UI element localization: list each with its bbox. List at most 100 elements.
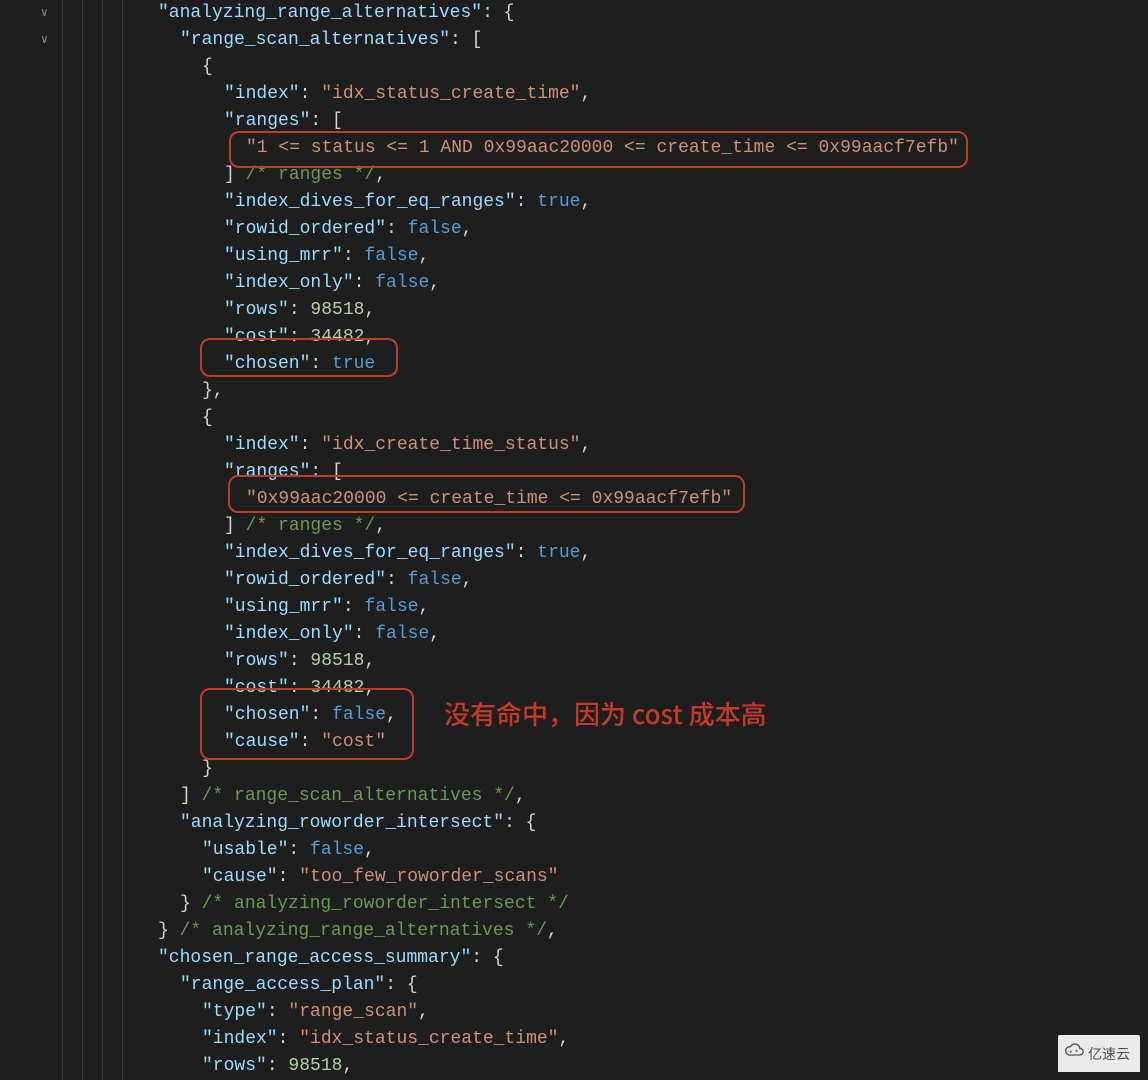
code-line[interactable]: "using_mrr": false,	[136, 594, 1148, 621]
token-punc: ,	[558, 1029, 569, 1049]
token-str: "idx_status_create_time"	[321, 84, 580, 104]
watermark-text: 亿速云	[1088, 1046, 1130, 1062]
chevron-down-icon[interactable]: ∨	[41, 27, 48, 54]
code-editor[interactable]: ∨∨ "analyzing_range_alternatives": {"ran…	[0, 0, 1148, 1080]
code-line[interactable]: "cost": 34482,	[136, 324, 1148, 351]
fold-marker	[41, 189, 48, 216]
code-line[interactable]: "index": "idx_status_create_time",	[136, 1026, 1148, 1053]
fold-marker	[41, 891, 48, 918]
token-key: "chosen_range_access_summary"	[158, 948, 471, 968]
code-line[interactable]: "range_scan_alternatives": [	[136, 27, 1148, 54]
token-key: "chosen"	[224, 705, 310, 725]
fold-marker	[41, 864, 48, 891]
fold-marker	[41, 270, 48, 297]
code-line[interactable]: "index_only": false,	[136, 621, 1148, 648]
token-punc: ,	[418, 246, 429, 266]
token-key: "rowid_ordered"	[224, 219, 386, 239]
token-bool: false	[375, 273, 429, 293]
code-line[interactable]: ] /* ranges */,	[136, 162, 1148, 189]
token-punc: : {	[385, 975, 417, 995]
token-punc: }	[202, 759, 213, 779]
token-punc: :	[300, 84, 322, 104]
fold-gutter[interactable]: ∨∨	[0, 0, 58, 1080]
token-punc: ,	[580, 84, 591, 104]
token-punc: :	[289, 678, 311, 698]
code-line[interactable]: }	[136, 756, 1148, 783]
token-punc: ,	[418, 597, 429, 617]
fold-marker	[41, 918, 48, 945]
code-line[interactable]: {	[136, 54, 1148, 81]
code-line[interactable]: "rows": 98518,	[136, 1053, 1148, 1080]
token-punc: :	[386, 219, 408, 239]
token-punc: : {	[504, 813, 536, 833]
code-line[interactable]: ] /* range_scan_alternatives */,	[136, 783, 1148, 810]
token-punc: :	[354, 624, 376, 644]
fold-marker	[41, 405, 48, 432]
code-line[interactable]: {	[136, 405, 1148, 432]
token-punc: ,	[580, 435, 591, 455]
code-line[interactable]: "0x99aac20000 <= create_time <= 0x99aacf…	[136, 486, 1148, 513]
code-line[interactable]: "index": "idx_status_create_time",	[136, 81, 1148, 108]
code-line[interactable]: "index_dives_for_eq_ranges": true,	[136, 540, 1148, 567]
token-num: 98518	[288, 1056, 342, 1076]
chevron-down-icon[interactable]: ∨	[41, 0, 48, 27]
token-bool: false	[375, 624, 429, 644]
code-line[interactable]: "rows": 98518,	[136, 648, 1148, 675]
code-line[interactable]: "analyzing_range_alternatives": {	[136, 0, 1148, 27]
code-content[interactable]: "analyzing_range_alternatives": {"range_…	[136, 0, 1148, 1080]
token-punc: :	[310, 354, 332, 374]
token-num: 98518	[310, 651, 364, 671]
token-str: "0x99aac20000 <= create_time <= 0x99aacf…	[246, 489, 732, 509]
code-line[interactable]: "cause": "too_few_roworder_scans"	[136, 864, 1148, 891]
token-punc: ,	[580, 192, 591, 212]
token-key: "index_only"	[224, 273, 354, 293]
code-line[interactable]: "usable": false,	[136, 837, 1148, 864]
token-punc: :	[267, 1056, 289, 1076]
code-line[interactable]: "index_only": false,	[136, 270, 1148, 297]
code-line[interactable]: "ranges": [	[136, 459, 1148, 486]
token-num: 34482	[310, 327, 364, 347]
token-punc: :	[289, 651, 311, 671]
code-line[interactable]: "chosen_range_access_summary": {	[136, 945, 1148, 972]
token-punc: :	[343, 246, 365, 266]
code-line[interactable]: "ranges": [	[136, 108, 1148, 135]
token-key: "cause"	[202, 867, 278, 887]
fold-marker	[41, 783, 48, 810]
token-punc: :	[289, 327, 311, 347]
code-line[interactable]: } /* analyzing_range_alternatives */,	[136, 918, 1148, 945]
token-punc: :	[482, 3, 504, 23]
code-line[interactable]: },	[136, 378, 1148, 405]
token-punc: ,	[364, 840, 375, 860]
fold-marker[interactable]: ∨	[41, 27, 48, 54]
code-line[interactable]: "range_access_plan": {	[136, 972, 1148, 999]
token-key: "index"	[202, 1029, 278, 1049]
token-key: "ranges"	[224, 111, 310, 131]
token-punc: ,	[375, 165, 386, 185]
token-punc: :	[310, 705, 332, 725]
code-line[interactable]: "cause": "cost"	[136, 729, 1148, 756]
code-line[interactable]: "chosen": true	[136, 351, 1148, 378]
code-line[interactable]: "type": "range_scan",	[136, 999, 1148, 1026]
code-line[interactable]: "rowid_ordered": false,	[136, 216, 1148, 243]
fold-marker[interactable]: ∨	[41, 0, 48, 27]
code-line[interactable]: ] /* ranges */,	[136, 513, 1148, 540]
code-line[interactable]: "index": "idx_create_time_status",	[136, 432, 1148, 459]
token-punc: ,	[462, 570, 473, 590]
fold-marker	[41, 621, 48, 648]
fold-marker	[41, 162, 48, 189]
token-punc: ,	[429, 273, 440, 293]
token-punc: ,	[364, 651, 375, 671]
code-line[interactable]: } /* analyzing_roworder_intersect */	[136, 891, 1148, 918]
token-key: "chosen"	[224, 354, 310, 374]
code-line[interactable]: "1 <= status <= 1 AND 0x99aac20000 <= cr…	[136, 135, 1148, 162]
code-line[interactable]: "analyzing_roworder_intersect": {	[136, 810, 1148, 837]
code-line[interactable]: "using_mrr": false,	[136, 243, 1148, 270]
code-line[interactable]: "rows": 98518,	[136, 297, 1148, 324]
fold-marker	[41, 513, 48, 540]
code-line[interactable]: "index_dives_for_eq_ranges": true,	[136, 189, 1148, 216]
token-bool: false	[408, 219, 462, 239]
fold-marker	[41, 486, 48, 513]
fold-marker	[41, 324, 48, 351]
code-line[interactable]: "rowid_ordered": false,	[136, 567, 1148, 594]
token-key: "index"	[224, 84, 300, 104]
